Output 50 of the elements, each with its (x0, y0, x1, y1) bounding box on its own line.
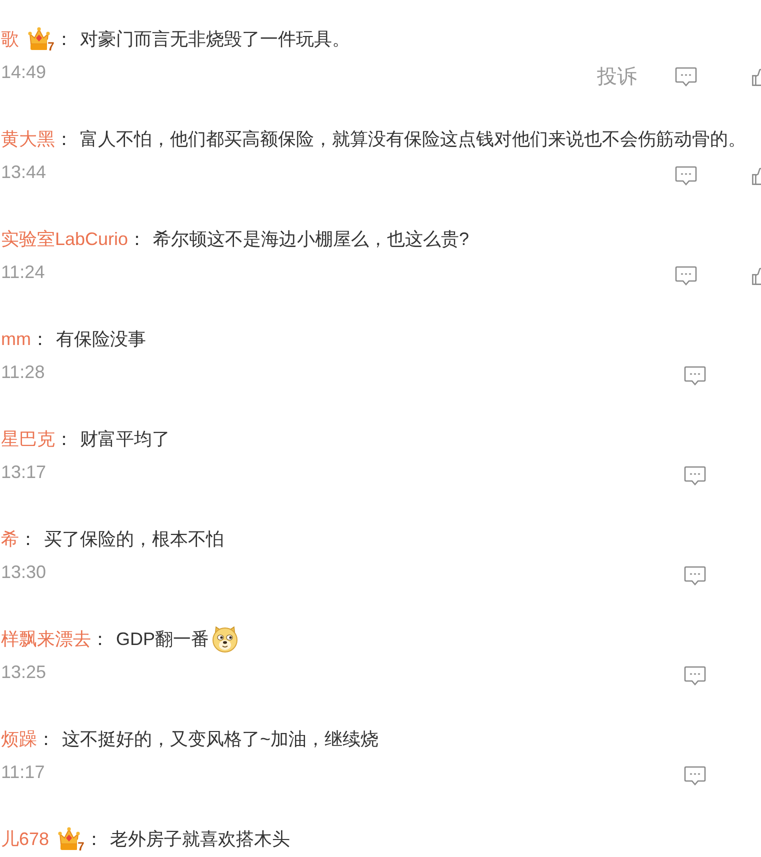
thumbs-up-icon[interactable] (752, 267, 761, 285)
comment-text: 这不挺好的，又变风格了~加油，继续烧 (62, 728, 379, 751)
timestamp: 13:17 (1, 461, 46, 484)
speech-bubble-icon[interactable] (684, 366, 706, 386)
timestamp: 11:17 (1, 761, 45, 784)
username[interactable]: 希 (1, 526, 19, 552)
comment-text: 富人不怕，他们都买高额保险，就算没有保险这点钱对他们来说也不会伤筋动骨的。 (80, 128, 746, 151)
timestamp: 13:44 (1, 161, 46, 184)
timestamp: 13:25 (1, 661, 46, 684)
speech-bubble-icon[interactable] (675, 166, 697, 186)
timestamp: 11:24 (1, 261, 45, 284)
username[interactable]: 歌 (1, 26, 19, 52)
comment-text: 有保险没事 (56, 328, 146, 351)
username[interactable]: 实验室LabCurio (1, 226, 128, 252)
separator-text: ： (55, 128, 73, 151)
speech-bubble-icon[interactable] (684, 666, 706, 686)
crown-badge: 7 (28, 26, 55, 52)
username[interactable]: 样飘来漂去 (1, 626, 91, 652)
comment-text: 希尔顿这不是海边小棚屋么，也这么贵? (153, 228, 470, 251)
report-link[interactable]: 投诉 (597, 66, 637, 88)
timestamp: 11:28 (1, 361, 45, 384)
comment-text: 老外房子就喜欢搭木头 (110, 828, 290, 851)
username[interactable]: 星巴克 (1, 426, 55, 452)
username[interactable]: 黄大黑 (1, 126, 55, 152)
separator-text: ： (55, 28, 73, 51)
speech-bubble-icon[interactable] (684, 766, 706, 786)
thumbs-up-icon[interactable] (752, 68, 761, 86)
comment-text: GDP翻一番 (116, 628, 210, 651)
crown-badge: 7 (58, 826, 86, 852)
speech-bubble-icon[interactable] (675, 266, 697, 286)
speech-bubble-icon[interactable] (675, 67, 697, 87)
separator-text: ： (55, 428, 73, 451)
username[interactable]: mm (1, 326, 31, 352)
timestamp: 13:30 (1, 561, 46, 584)
separator-text: ： (37, 728, 55, 751)
separator-text: ： (91, 628, 109, 651)
comment-text: 财富平均了 (80, 428, 170, 451)
username[interactable]: 烦躁 (1, 726, 37, 752)
speech-bubble-icon[interactable] (684, 466, 706, 486)
separator-text: ： (31, 328, 49, 351)
comment-text: 买了保险的，根本不怕 (44, 528, 224, 551)
separator-text: ： (19, 528, 37, 551)
separator-text: ： (85, 828, 104, 851)
timestamp: 14:49 (1, 61, 46, 84)
comment-text: 对豪门而言无非烧毁了一件玩具。 (80, 28, 350, 51)
username[interactable]: 儿678 (1, 826, 50, 852)
thumbs-up-icon[interactable] (752, 167, 761, 185)
dog-face-icon (211, 625, 240, 653)
speech-bubble-icon[interactable] (684, 566, 706, 586)
separator-text: ： (128, 228, 146, 251)
